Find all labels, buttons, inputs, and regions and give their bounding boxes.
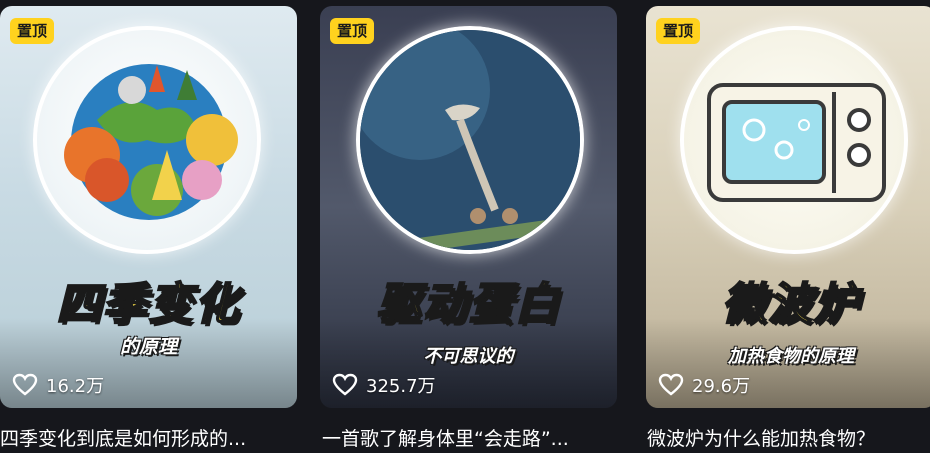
heart-icon[interactable] <box>332 373 358 397</box>
card-title: 四季变化 <box>56 278 241 331</box>
pinned-badge: 置顶 <box>656 18 701 44</box>
card-subtitle: 不可思议的 <box>423 346 514 367</box>
likes-value: 16.2万 <box>46 376 105 397</box>
earth-trees-illustration <box>33 26 261 254</box>
video-caption[interactable]: 四季变化到底是如何形成的... <box>0 424 300 451</box>
pinned-badge: 置顶 <box>330 18 375 44</box>
heart-icon[interactable] <box>658 373 684 397</box>
likes-value: 29.6万 <box>692 376 751 397</box>
likes-count: 325.7万 <box>332 372 436 398</box>
video-caption[interactable]: 一首歌了解身体里“会走路”... <box>322 424 622 451</box>
likes-value: 325.7万 <box>366 376 436 397</box>
likes-count: 29.6万 <box>658 372 750 398</box>
heart-icon[interactable] <box>12 373 38 397</box>
video-caption[interactable]: 微波炉为什么能加热食物？ <box>647 424 930 451</box>
microwave-illustration <box>680 26 908 254</box>
card-title: 微波炉 <box>721 278 860 331</box>
video-card-microwave[interactable]: 置顶 微波炉 加热食物的原理 29.6万 <box>646 6 930 408</box>
video-card-kinesin[interactable]: 置顶 驱动蛋白 不可思议的 325.7万 <box>320 6 617 408</box>
video-card-seasons[interactable]: 置顶 四季变化 的原理 16.2万 <box>0 6 297 408</box>
card-title: 驱动蛋白 <box>376 278 561 331</box>
likes-count: 16.2万 <box>12 372 104 398</box>
card-subtitle: 加热食物的原理 <box>728 346 854 367</box>
kinesin-protein-illustration <box>356 26 584 254</box>
pinned-badge: 置顶 <box>10 18 55 44</box>
card-subtitle: 的原理 <box>119 336 177 358</box>
